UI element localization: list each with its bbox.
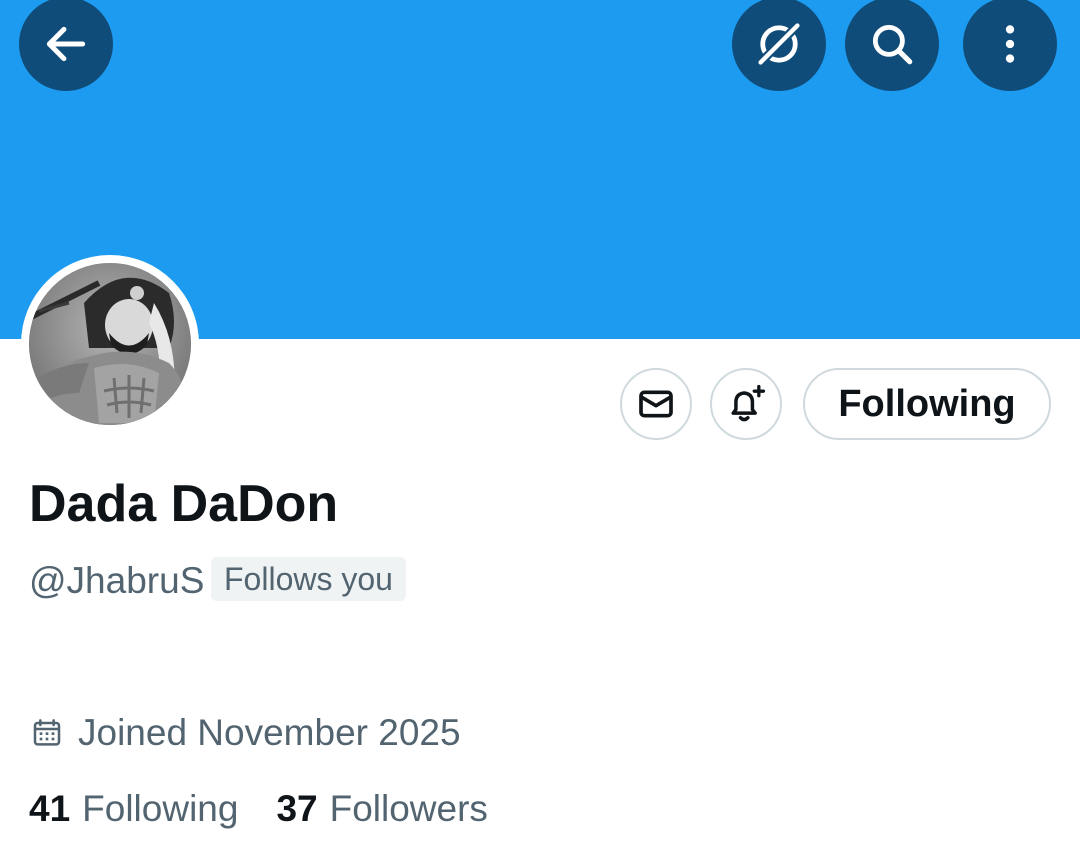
follows-you-label: Follows you [224, 560, 393, 597]
following-button[interactable]: Following [803, 368, 1051, 440]
back-button[interactable] [19, 0, 113, 91]
following-button-label: Following [838, 382, 1016, 425]
joined-date: Joined November 2025 [78, 712, 461, 753]
notifications-button[interactable] [710, 368, 782, 440]
followers-stat[interactable]: 37 Followers [276, 788, 487, 830]
following-label: Following [82, 788, 239, 829]
message-button[interactable] [620, 368, 692, 440]
followers-count: 37 [276, 788, 318, 829]
avatar-ring[interactable] [21, 255, 199, 433]
following-count: 41 [29, 788, 71, 829]
grok-button[interactable] [732, 0, 826, 91]
arrow-left-icon [46, 26, 86, 62]
display-name: Dada DaDon [29, 475, 339, 533]
calendar-icon [33, 719, 61, 746]
profile-page: Following Dada DaDon @JhabruS Follows yo… [0, 0, 1080, 857]
user-handle: @JhabruS [29, 560, 205, 601]
search-button[interactable] [845, 0, 939, 91]
bell-plus-icon [731, 384, 766, 422]
search-icon [872, 24, 913, 65]
grok-icon [756, 21, 802, 67]
more-button[interactable] [963, 0, 1057, 91]
followers-label: Followers [329, 788, 488, 829]
follow-stats: 41 Following 37 Followers [29, 788, 488, 830]
joined-date-row: Joined November 2025 [31, 712, 461, 754]
more-vertical-icon [1005, 25, 1015, 63]
follows-you-badge: Follows you [211, 557, 406, 601]
avatar-image [29, 263, 191, 425]
following-stat[interactable]: 41 Following [29, 788, 238, 830]
envelope-icon [639, 390, 673, 418]
avatar[interactable] [29, 263, 191, 425]
